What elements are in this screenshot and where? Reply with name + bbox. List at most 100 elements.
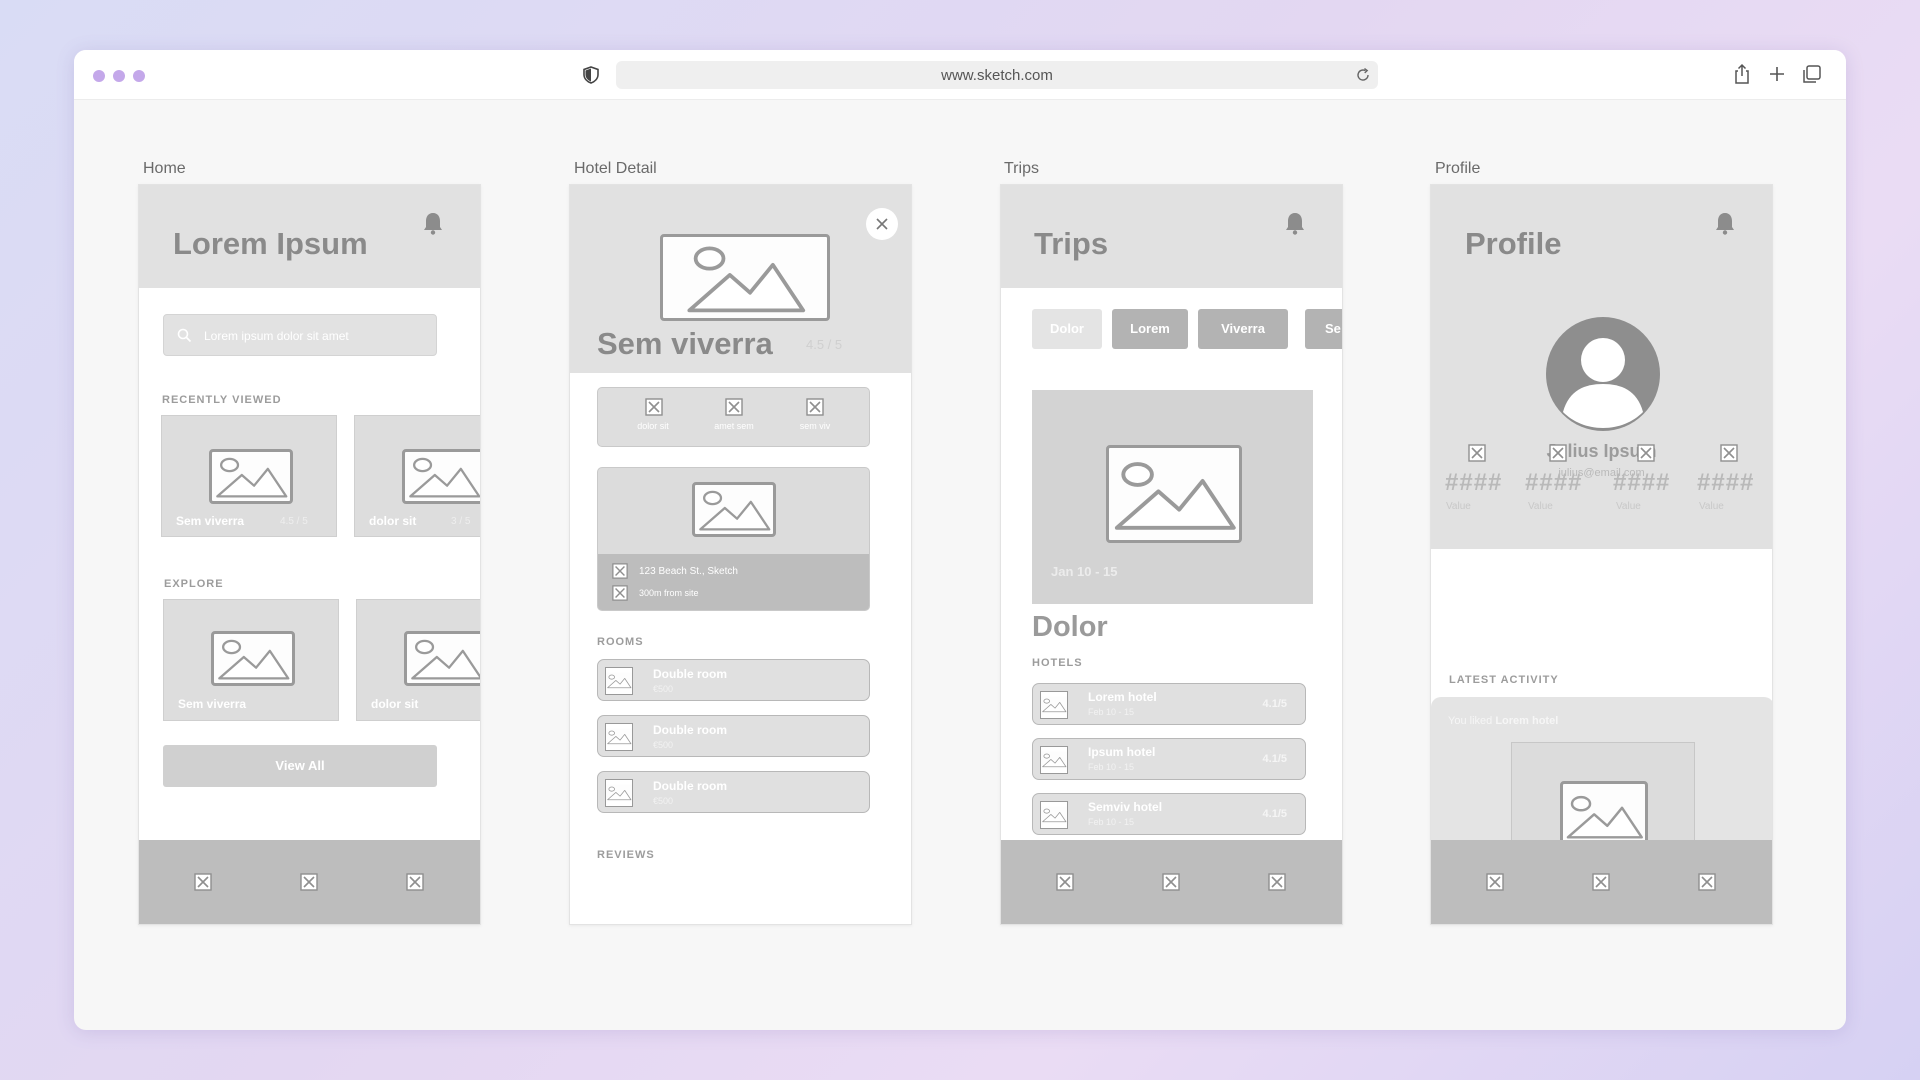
tab-bar	[139, 840, 480, 924]
page-title: Lorem Ipsum	[173, 226, 368, 261]
room-thumbnail-icon	[605, 723, 633, 751]
location-pin-icon	[612, 563, 628, 579]
hotel-name: Lorem hotel	[1088, 690, 1157, 704]
card-title: dolor sit	[369, 514, 417, 528]
latest-activity-label: LATEST ACTIVITY	[1449, 674, 1559, 686]
search-input[interactable]: Lorem ipsum dolor sit amet	[163, 314, 437, 356]
hotel-row[interactable]: Ipsum hotel Feb 10 - 15 4.1/5	[1032, 738, 1306, 780]
room-name: Double room	[653, 779, 727, 793]
chip-lorem[interactable]: Lorem	[1112, 309, 1188, 349]
trip-dates: Jan 10 - 15	[1051, 564, 1118, 579]
view-all-button[interactable]: View All	[163, 745, 437, 787]
explore-card[interactable]: Sem viverra	[163, 599, 339, 721]
chip-se[interactable]: Se	[1305, 309, 1342, 349]
explore-label: EXPLORE	[164, 578, 224, 590]
trip-image-placeholder-icon	[1106, 445, 1242, 543]
image-placeholder-icon	[404, 631, 480, 686]
card-title: Sem viverra	[176, 514, 245, 528]
search-icon	[177, 328, 192, 343]
explore-card[interactable]: dolor sit	[356, 599, 480, 721]
location-info: 123 Beach St., Sketch 300m from site	[598, 554, 869, 610]
tab-placeholder-icon[interactable]	[1698, 873, 1716, 891]
stat-value: ####	[1697, 469, 1755, 496]
browser-toolbar: www.sketch.com	[74, 50, 1846, 100]
address-bar[interactable]: www.sketch.com	[616, 61, 1378, 89]
plus-icon[interactable]	[1766, 63, 1788, 85]
hotel-name: Semviv hotel	[1088, 800, 1163, 814]
amenity-label: dolor sit	[637, 421, 669, 431]
room-name: Double room	[653, 723, 727, 737]
chip-dolor[interactable]: Dolor	[1032, 309, 1102, 349]
room-price: €500	[653, 796, 674, 806]
tab-placeholder-icon[interactable]	[1268, 873, 1286, 891]
recently-viewed-card[interactable]: dolor sit 3 / 5	[354, 415, 480, 537]
screen-label-home: Home	[143, 160, 186, 177]
card-rating: 4.5 / 5	[280, 516, 308, 527]
hotel-row[interactable]: Lorem hotel Feb 10 - 15 4.1/5	[1032, 683, 1306, 725]
trips-screen: Trips Dolor Lorem Viverra Se Jan 10 - 15…	[1000, 184, 1343, 925]
card-title: dolor sit	[371, 697, 419, 711]
hotel-name: Ipsum hotel	[1088, 745, 1156, 759]
image-placeholder-icon	[402, 449, 480, 504]
home-screen: Lorem Ipsum Lorem ipsum dolor sit amet R…	[138, 184, 481, 925]
bell-icon[interactable]	[422, 211, 444, 235]
trip-card[interactable]: Jan 10 - 15	[1032, 390, 1313, 604]
hotel-header: Sem viverra 4.5 / 5	[570, 185, 911, 373]
close-icon	[876, 218, 888, 230]
stat-icon	[1720, 444, 1738, 462]
stat-value: ####	[1445, 469, 1503, 496]
stat-label: Value	[1446, 501, 1471, 512]
home-header: Lorem Ipsum	[139, 185, 480, 288]
maximize-window-button[interactable]	[133, 70, 145, 82]
close-window-button[interactable]	[93, 70, 105, 82]
page-title: Trips	[1034, 226, 1109, 261]
search-placeholder: Lorem ipsum dolor sit amet	[204, 329, 349, 343]
map-placeholder-icon	[692, 482, 776, 537]
hotel-rating: 4.1/5	[1262, 808, 1287, 820]
tab-placeholder-icon[interactable]	[194, 873, 212, 891]
image-placeholder-icon	[211, 631, 295, 686]
stat-icon	[1468, 444, 1486, 462]
room-row[interactable]: Double room €500	[597, 771, 870, 813]
chip-viverra[interactable]: Viverra	[1198, 309, 1288, 349]
avatar-icon[interactable]	[1545, 316, 1661, 432]
page-title: Profile	[1465, 226, 1562, 261]
hotel-rating: 4.1/5	[1262, 753, 1287, 765]
activity-item: Lorem hotel	[1495, 715, 1559, 727]
tabs-icon[interactable]	[1801, 63, 1823, 85]
minimize-window-button[interactable]	[113, 70, 125, 82]
share-icon[interactable]	[1731, 63, 1753, 85]
room-name: Double room	[653, 667, 727, 681]
tab-placeholder-icon[interactable]	[406, 873, 424, 891]
browser-window: www.sketch.com Home Hotel Detail Trips P…	[74, 50, 1846, 1030]
url-text: www.sketch.com	[941, 67, 1053, 84]
bell-icon[interactable]	[1284, 211, 1306, 235]
bell-icon[interactable]	[1714, 211, 1736, 235]
close-button[interactable]	[866, 208, 898, 240]
tab-placeholder-icon[interactable]	[300, 873, 318, 891]
room-row[interactable]: Double room €500	[597, 715, 870, 757]
tab-placeholder-icon[interactable]	[1486, 873, 1504, 891]
hotel-thumbnail-icon	[1040, 801, 1068, 829]
tab-placeholder-icon[interactable]	[1056, 873, 1074, 891]
hotel-thumbnail-icon	[1040, 691, 1068, 719]
hotels-label: HOTELS	[1032, 657, 1083, 669]
hotel-row[interactable]: Semviv hotel Feb 10 - 15 4.1/5	[1032, 793, 1306, 835]
tab-placeholder-icon[interactable]	[1162, 873, 1180, 891]
hotel-dates: Feb 10 - 15	[1088, 762, 1135, 772]
room-price: €500	[653, 740, 674, 750]
trips-header: Trips	[1001, 185, 1342, 288]
reviews-label: REVIEWS	[597, 849, 655, 861]
activity-card[interactable]: You liked Lorem hotel	[1431, 697, 1772, 857]
stat-label: Value	[1616, 501, 1641, 512]
screen-label-trips: Trips	[1004, 160, 1039, 177]
hotel-detail-screen: Sem viverra 4.5 / 5 dolor sit amet sem s…	[569, 184, 912, 925]
amenity-label: sem viv	[799, 421, 831, 431]
reload-icon[interactable]	[1354, 66, 1372, 84]
shield-icon[interactable]	[582, 66, 600, 84]
amenity-label: amet sem	[714, 421, 754, 431]
location-card[interactable]: 123 Beach St., Sketch 300m from site	[597, 467, 870, 611]
recently-viewed-card[interactable]: Sem viverra 4.5 / 5	[161, 415, 337, 537]
tab-placeholder-icon[interactable]	[1592, 873, 1610, 891]
room-row[interactable]: Double room €500	[597, 659, 870, 701]
